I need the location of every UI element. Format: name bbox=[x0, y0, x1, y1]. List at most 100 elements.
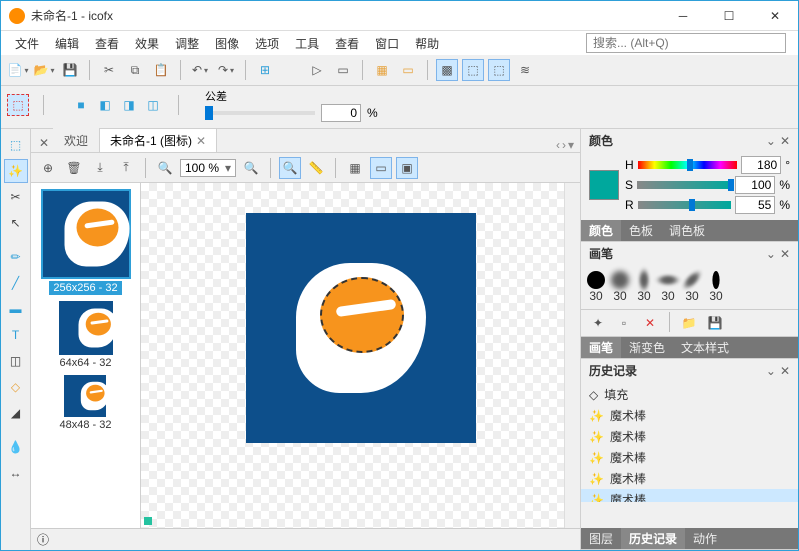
tab-actions[interactable]: 动作 bbox=[685, 528, 725, 549]
menu-help[interactable]: 帮助 bbox=[407, 33, 447, 54]
eraser-tool[interactable]: ◫ bbox=[4, 349, 28, 373]
eraser-button[interactable]: ⬚ bbox=[462, 59, 484, 81]
tab-gradient[interactable]: 渐变色 bbox=[621, 337, 673, 358]
image-icon[interactable]: ▭ bbox=[397, 59, 419, 81]
zoom-tool-button[interactable]: 🔍 bbox=[279, 157, 301, 179]
sel-new-icon[interactable]: ■ bbox=[70, 94, 92, 116]
save-button[interactable]: 💾 bbox=[59, 59, 81, 81]
brush-preset[interactable]: 30 bbox=[587, 271, 605, 303]
brush-save-icon[interactable]: 💾 bbox=[704, 312, 726, 334]
tab-document[interactable]: 未命名-1 (图标)✕ bbox=[99, 128, 217, 152]
text-tool[interactable]: T bbox=[4, 323, 28, 347]
paste-button[interactable]: 📋 bbox=[150, 59, 172, 81]
tab-brush[interactable]: 画笔 bbox=[581, 337, 621, 358]
panel-close-icon[interactable]: ✕ bbox=[780, 247, 790, 261]
panel-close-icon[interactable]: ✕ bbox=[780, 134, 790, 148]
zoom-in-button[interactable]: 🔍 bbox=[240, 157, 262, 179]
export-button[interactable]: ⤒ bbox=[115, 157, 137, 179]
windows-icon[interactable]: ⊞ bbox=[254, 59, 276, 81]
chevron-down-icon[interactable]: ⌄ bbox=[766, 364, 776, 378]
import-button[interactable]: ⤓ bbox=[89, 157, 111, 179]
grid-icon[interactable]: ▦ bbox=[371, 59, 393, 81]
sat-value[interactable]: 100 bbox=[735, 176, 775, 194]
bri-slider[interactable] bbox=[638, 201, 732, 209]
canvas[interactable] bbox=[246, 213, 476, 443]
history-item[interactable]: ✨魔术棒 bbox=[581, 426, 798, 447]
tab-menu-icon[interactable]: ▾ bbox=[568, 138, 574, 152]
tab-welcome[interactable]: 欢迎 bbox=[53, 128, 99, 152]
color-panel-header[interactable]: 颜色 ⌄✕ bbox=[581, 129, 798, 152]
move-tool[interactable]: ↖ bbox=[4, 211, 28, 235]
menu-view[interactable]: 查看 bbox=[87, 33, 127, 54]
canvas-area[interactable] bbox=[141, 183, 580, 528]
layers-icon[interactable]: ≋ bbox=[514, 59, 536, 81]
tab-next-icon[interactable]: › bbox=[562, 138, 566, 152]
tabs-close-icon[interactable]: ✕ bbox=[37, 134, 53, 152]
menu-file[interactable]: 文件 bbox=[7, 33, 47, 54]
sel-sub-icon[interactable]: ◨ bbox=[118, 94, 140, 116]
hue-value[interactable]: 180 bbox=[741, 156, 781, 174]
sel-add-icon[interactable]: ◧ bbox=[94, 94, 116, 116]
magic-wand-tool[interactable]: ✨ bbox=[4, 159, 28, 183]
android-icon[interactable]: ▷ bbox=[306, 59, 328, 81]
chevron-down-icon[interactable]: ⌄ bbox=[766, 134, 776, 148]
ruler-button[interactable]: 📏 bbox=[305, 157, 327, 179]
gradient-tool[interactable]: ◢ bbox=[4, 401, 28, 425]
open-button[interactable]: 📂 bbox=[33, 59, 55, 81]
fill-tool[interactable]: ◇ bbox=[4, 375, 28, 399]
hue-slider[interactable] bbox=[638, 161, 738, 169]
rect-tool[interactable]: ▬ bbox=[4, 297, 28, 321]
tolerance-slider[interactable] bbox=[205, 111, 315, 115]
menu-image[interactable]: 图像 bbox=[207, 33, 247, 54]
history-item[interactable]: ◇填充 bbox=[581, 384, 798, 405]
brush-preset[interactable]: 30 bbox=[683, 271, 701, 303]
undo-button[interactable]: ↶ bbox=[189, 59, 211, 81]
tab-palette[interactable]: 调色板 bbox=[661, 220, 713, 241]
brush-preset[interactable]: 30 bbox=[707, 271, 725, 303]
panel-close-icon[interactable]: ✕ bbox=[780, 364, 790, 378]
tab-color[interactable]: 颜色 bbox=[581, 220, 621, 241]
tolerance-value[interactable]: 0 bbox=[321, 104, 361, 122]
brush-preset[interactable]: 30 bbox=[659, 271, 677, 303]
frames-panel[interactable]: 256x256 - 32 64x64 - 32 48x48 - 32 bbox=[31, 183, 141, 528]
history-panel-header[interactable]: 历史记录 ⌄✕ bbox=[581, 359, 798, 382]
copy-button[interactable]: ⧉ bbox=[124, 59, 146, 81]
selection-mode-button[interactable]: ⬚ bbox=[7, 94, 29, 116]
add-frame-button[interactable]: ⊕ bbox=[37, 157, 59, 179]
menu-view2[interactable]: 查看 bbox=[327, 33, 367, 54]
menu-options[interactable]: 选项 bbox=[247, 33, 287, 54]
color-swatch[interactable] bbox=[589, 170, 619, 200]
mobile-icon[interactable]: ▭ bbox=[332, 59, 354, 81]
delete-frame-button[interactable]: 🗑 bbox=[63, 157, 85, 179]
zoom-select[interactable]: 100 %▾ bbox=[180, 159, 236, 177]
tab-layers[interactable]: 图层 bbox=[581, 528, 621, 549]
brush-folder-icon[interactable]: 📁 bbox=[678, 312, 700, 334]
select-button[interactable]: ⬚ bbox=[488, 59, 510, 81]
sel-int-icon[interactable]: ◫ bbox=[142, 94, 164, 116]
checker-button[interactable]: ▩ bbox=[436, 59, 458, 81]
close-button[interactable]: ✕ bbox=[752, 1, 798, 31]
history-item[interactable]: ✨魔术棒 bbox=[581, 447, 798, 468]
bri-value[interactable]: 55 bbox=[735, 196, 775, 214]
sat-slider[interactable] bbox=[637, 181, 731, 189]
frame-item[interactable]: 64x64 - 32 bbox=[59, 301, 113, 369]
history-list[interactable]: ◇填充 ✨魔术棒 ✨魔术棒 ✨魔术棒 ✨魔术棒 ✨魔术棒 bbox=[581, 382, 798, 502]
tab-history[interactable]: 历史记录 bbox=[621, 528, 685, 549]
search-input[interactable] bbox=[586, 33, 786, 53]
chevron-down-icon[interactable]: ⌄ bbox=[766, 247, 776, 261]
brush-panel-header[interactable]: 画笔 ⌄✕ bbox=[581, 242, 798, 265]
crop-tool[interactable]: ✂ bbox=[4, 185, 28, 209]
maximize-button[interactable]: ☐ bbox=[706, 1, 752, 31]
brush-add-icon[interactable]: ✦ bbox=[587, 312, 609, 334]
brush-preset[interactable]: 30 bbox=[611, 271, 629, 303]
history-item[interactable]: ✨魔术棒 bbox=[581, 489, 798, 502]
eyedropper-tool[interactable]: 💧 bbox=[4, 435, 28, 459]
tab-textstyle[interactable]: 文本样式 bbox=[673, 337, 737, 358]
menu-adjust[interactable]: 调整 bbox=[167, 33, 207, 54]
measure-tool[interactable]: ↔ bbox=[4, 461, 28, 485]
scrollbar-vertical[interactable] bbox=[564, 183, 580, 528]
tab-close-icon[interactable]: ✕ bbox=[196, 134, 206, 148]
grid-button[interactable]: ▦ bbox=[344, 157, 366, 179]
menu-window[interactable]: 窗口 bbox=[367, 33, 407, 54]
frame-item[interactable]: 256x256 - 32 bbox=[41, 189, 131, 295]
